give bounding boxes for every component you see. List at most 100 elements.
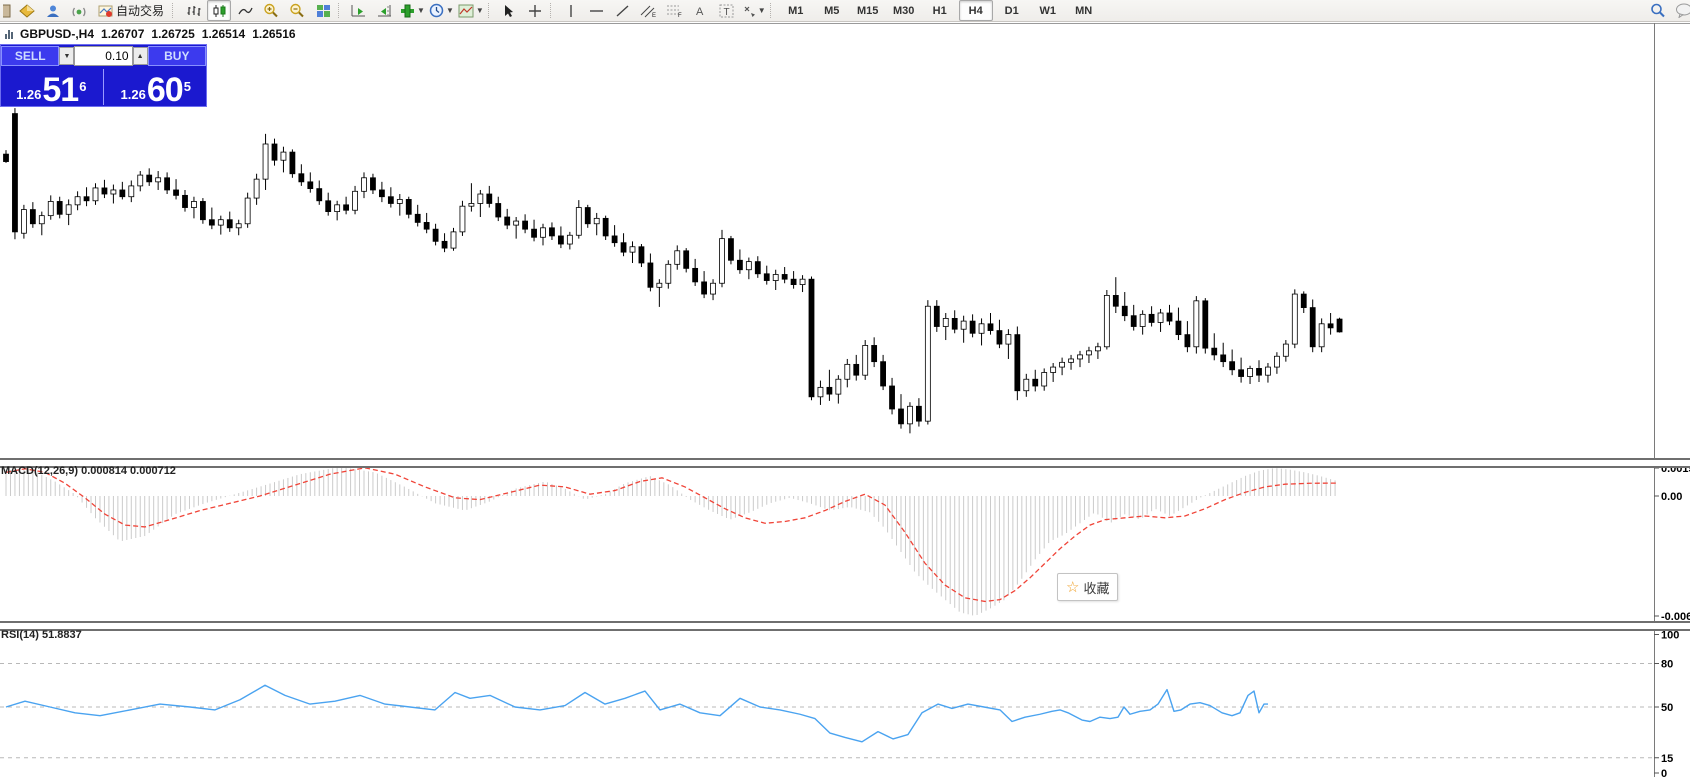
candle [227, 212, 232, 232]
candle [469, 183, 474, 211]
candle [478, 190, 483, 217]
candle [532, 220, 537, 242]
candle [191, 197, 196, 219]
candle [4, 150, 9, 163]
candle [30, 202, 35, 228]
rsi-label: RSI(14) 51.8837 [1, 629, 82, 641]
candle [299, 164, 304, 186]
candle [460, 201, 465, 236]
macd-value-signal: 0.000712 [130, 465, 176, 477]
candle [684, 248, 689, 272]
candle [433, 224, 438, 246]
candle [406, 197, 411, 219]
trade-panel-prices: 1.26 51 6 1.26 60 5 [1, 67, 206, 107]
ask-prefix: 1.26 [121, 85, 146, 105]
candle [39, 212, 44, 236]
rsi-pane-divider[interactable] [0, 621, 1690, 631]
candle [836, 375, 841, 403]
trade-panel-top-row: SELL ▼ 0.10 ▲ BUY [1, 45, 206, 67]
candle [728, 236, 733, 264]
candle [1122, 292, 1127, 321]
candle [120, 182, 125, 200]
candle [362, 172, 367, 198]
rsi-name: RSI(14) [1, 629, 39, 641]
candle [711, 279, 716, 300]
rsi-tick-label: 15 [1661, 753, 1673, 765]
candle [594, 213, 599, 235]
candle [1292, 289, 1297, 348]
candle [1274, 352, 1279, 374]
candle [183, 190, 188, 212]
candle [290, 149, 295, 177]
candle [1051, 363, 1056, 382]
candle [827, 370, 832, 401]
rsi-line [6, 685, 1268, 742]
candle [1230, 349, 1235, 375]
rsi-tick-label: 0 [1661, 768, 1667, 777]
bid-price[interactable]: 1.26 51 6 [1, 67, 102, 107]
candle [1265, 363, 1270, 383]
candle [845, 359, 850, 387]
bid-pip-digit: 6 [79, 81, 86, 93]
candle [1113, 277, 1118, 313]
candle [737, 249, 742, 273]
candle [21, 205, 26, 239]
volume-input[interactable]: 0.10 [74, 46, 132, 66]
candle [576, 200, 581, 239]
candle [84, 187, 89, 206]
candle [442, 233, 447, 252]
candle [1167, 305, 1172, 325]
candle [245, 193, 250, 228]
candle [353, 186, 358, 214]
candle [925, 300, 930, 424]
candle [630, 241, 635, 263]
favorite-tooltip-label: 收藏 [1083, 578, 1109, 597]
candle [111, 185, 116, 204]
candle [236, 220, 241, 236]
candle [558, 226, 563, 248]
candle [281, 147, 286, 173]
candle [1328, 313, 1333, 335]
candle [317, 180, 322, 204]
candle [451, 228, 456, 251]
candle [147, 168, 152, 186]
candle [209, 208, 214, 230]
candle [603, 216, 608, 240]
candle [1131, 305, 1136, 331]
candle [1337, 318, 1342, 333]
candle [344, 197, 349, 215]
candle [1033, 370, 1038, 392]
candle [156, 171, 161, 190]
macd-pane-divider[interactable] [0, 458, 1690, 468]
candle [370, 174, 375, 194]
candle [487, 186, 492, 208]
candle [505, 209, 510, 229]
candle [415, 205, 420, 227]
chart-canvas: 多空转折点 1.261501.30721.30221.29711.29201.2… [0, 0, 1690, 777]
candle [1248, 366, 1253, 384]
candle [66, 199, 71, 225]
volume-decrease-button[interactable]: ▼ [59, 47, 74, 65]
candle [1310, 299, 1315, 352]
candle [988, 313, 993, 335]
favorite-tooltip[interactable]: ☆ 收藏 [1057, 573, 1118, 601]
candle [800, 275, 805, 292]
candle [720, 230, 725, 287]
buy-button[interactable]: BUY [148, 46, 206, 66]
candle [379, 182, 384, 202]
macd-name: MACD(12,26,9) [1, 465, 78, 477]
macd-tick-label: 0.00 [1661, 491, 1682, 503]
volume-increase-button[interactable]: ▲ [133, 47, 148, 65]
candle [1158, 309, 1163, 332]
candle [397, 194, 402, 216]
candle [1301, 291, 1306, 313]
candle [755, 256, 760, 278]
sell-button[interactable]: SELL [1, 46, 59, 66]
ask-price[interactable]: 1.26 60 5 [105, 67, 206, 107]
candle [514, 217, 519, 239]
candle [200, 198, 205, 224]
candle [881, 355, 886, 390]
candle [1078, 351, 1083, 367]
rsi-tick-label: 100 [1661, 630, 1679, 642]
candle [970, 314, 975, 337]
